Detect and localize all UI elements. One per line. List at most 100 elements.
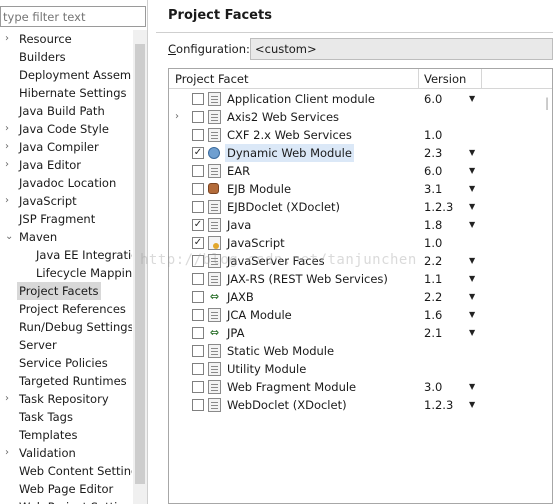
nav-item[interactable]: › Java Code Style bbox=[0, 120, 132, 138]
nav-item[interactable]: › Resource bbox=[0, 30, 132, 48]
version-dropdown-icon[interactable]: ▼ bbox=[469, 270, 475, 288]
facet-checkbox[interactable] bbox=[192, 399, 204, 411]
chevron-right-icon[interactable]: › bbox=[5, 30, 15, 48]
facet-checkbox[interactable] bbox=[192, 255, 204, 267]
facet-row[interactable]: EJBDoclet (XDoclet) 1.2.3 ▼ bbox=[169, 198, 552, 216]
nav-item[interactable]: Targeted Runtimes bbox=[0, 372, 132, 390]
chevron-right-icon[interactable]: › bbox=[5, 120, 15, 138]
version-dropdown-icon[interactable]: ▼ bbox=[469, 252, 475, 270]
facet-row[interactable]: CXF 2.x Web Services 1.0 bbox=[169, 126, 552, 144]
version-dropdown-icon[interactable]: ▼ bbox=[469, 198, 475, 216]
facet-checkbox[interactable] bbox=[192, 165, 204, 177]
facet-version[interactable]: 1.1 bbox=[424, 270, 442, 288]
nav-item[interactable]: ⌄ Maven bbox=[0, 228, 132, 246]
version-dropdown-icon[interactable]: ▼ bbox=[469, 396, 475, 414]
chevron-down-icon[interactable]: ⌄ bbox=[5, 228, 15, 246]
chevron-right-icon[interactable]: › bbox=[175, 108, 179, 126]
chevron-right-icon[interactable]: › bbox=[5, 192, 15, 210]
facet-checkbox[interactable]: ✓ bbox=[192, 219, 204, 231]
facet-row[interactable]: Web Fragment Module 3.0 ▼ bbox=[169, 378, 552, 396]
facet-checkbox[interactable]: ✓ bbox=[192, 147, 204, 159]
facet-row[interactable]: Utility Module bbox=[169, 360, 552, 378]
facet-version[interactable]: 1.8 bbox=[424, 216, 442, 234]
facet-checkbox[interactable] bbox=[192, 291, 204, 303]
nav-item[interactable]: Javadoc Location bbox=[0, 174, 132, 192]
nav-item[interactable]: Hibernate Settings bbox=[0, 84, 132, 102]
column-divider[interactable] bbox=[418, 69, 419, 89]
facet-row[interactable]: ✓ JavaScript 1.0 bbox=[169, 234, 552, 252]
nav-item[interactable]: › Validation bbox=[0, 444, 132, 462]
facet-version[interactable]: 3.1 bbox=[424, 180, 442, 198]
facet-checkbox[interactable] bbox=[192, 309, 204, 321]
facet-checkbox[interactable] bbox=[192, 111, 204, 123]
facet-checkbox[interactable]: ✓ bbox=[192, 237, 204, 249]
facet-row[interactable]: JCA Module 1.6 ▼ bbox=[169, 306, 552, 324]
nav-item[interactable]: Web Project Settings bbox=[0, 498, 132, 504]
nav-item[interactable]: › Java Compiler bbox=[0, 138, 132, 156]
facet-checkbox[interactable] bbox=[192, 363, 204, 375]
version-dropdown-icon[interactable]: ▼ bbox=[469, 306, 475, 324]
chevron-right-icon[interactable]: › bbox=[5, 444, 15, 462]
nav-item[interactable]: JSP Fragment bbox=[0, 210, 132, 228]
version-dropdown-icon[interactable]: ▼ bbox=[469, 180, 475, 198]
column-header-version[interactable]: Version bbox=[424, 72, 466, 86]
facet-version[interactable]: 1.2.3 bbox=[424, 396, 453, 414]
facet-row[interactable]: Static Web Module bbox=[169, 342, 552, 360]
chevron-right-icon[interactable]: › bbox=[5, 390, 15, 408]
nav-scrollbar[interactable] bbox=[133, 30, 147, 504]
facet-checkbox[interactable] bbox=[192, 327, 204, 339]
facet-row[interactable]: EAR 6.0 ▼ bbox=[169, 162, 552, 180]
column-header-facet[interactable]: Project Facet bbox=[175, 72, 249, 86]
nav-item[interactable]: Task Tags bbox=[0, 408, 132, 426]
facet-checkbox[interactable] bbox=[192, 273, 204, 285]
nav-item[interactable]: Java Build Path bbox=[0, 102, 132, 120]
version-dropdown-icon[interactable]: ▼ bbox=[469, 216, 475, 234]
facet-version[interactable]: 2.1 bbox=[424, 324, 442, 342]
version-dropdown-icon[interactable]: ▼ bbox=[469, 288, 475, 306]
nav-item[interactable]: › JavaScript bbox=[0, 192, 132, 210]
facet-row[interactable]: JAX-RS (REST Web Services) 1.1 ▼ bbox=[169, 270, 552, 288]
facet-checkbox[interactable] bbox=[192, 345, 204, 357]
facet-row[interactable]: ⇔ JPA 2.1 ▼ bbox=[169, 324, 552, 342]
facet-checkbox[interactable] bbox=[192, 129, 204, 141]
nav-item[interactable]: Server bbox=[0, 336, 132, 354]
facet-version[interactable]: 2.2 bbox=[424, 288, 442, 306]
facet-checkbox[interactable] bbox=[192, 381, 204, 393]
facet-row[interactable]: › Axis2 Web Services bbox=[169, 108, 552, 126]
facet-row[interactable]: WebDoclet (XDoclet) 1.2.3 ▼ bbox=[169, 396, 552, 414]
nav-item[interactable]: Lifecycle Mapping bbox=[0, 264, 132, 282]
version-dropdown-icon[interactable]: ▼ bbox=[469, 90, 475, 108]
facet-row[interactable]: EJB Module 3.1 ▼ bbox=[169, 180, 552, 198]
facet-version[interactable]: 2.2 bbox=[424, 252, 442, 270]
version-dropdown-icon[interactable]: ▼ bbox=[469, 162, 475, 180]
version-dropdown-icon[interactable]: ▼ bbox=[469, 324, 475, 342]
facet-version[interactable]: 2.3 bbox=[424, 144, 442, 162]
facet-version[interactable]: 6.0 bbox=[424, 162, 442, 180]
facet-row[interactable]: ⇔ JAXB 2.2 ▼ bbox=[169, 288, 552, 306]
configuration-combo[interactable]: <custom> bbox=[250, 38, 553, 60]
facet-version[interactable]: 1.2.3 bbox=[424, 198, 453, 216]
facet-row[interactable]: JavaServer Faces 2.2 ▼ bbox=[169, 252, 552, 270]
facet-row[interactable]: Application Client module 6.0 ▼ bbox=[169, 90, 552, 108]
facet-checkbox[interactable] bbox=[192, 201, 204, 213]
nav-scrollbar-thumb[interactable] bbox=[135, 44, 145, 484]
facet-checkbox[interactable] bbox=[192, 93, 204, 105]
chevron-right-icon[interactable]: › bbox=[5, 156, 15, 174]
facet-version[interactable]: 6.0 bbox=[424, 90, 442, 108]
version-dropdown-icon[interactable]: ▼ bbox=[469, 378, 475, 396]
facet-row[interactable]: ✓ Dynamic Web Module 2.3 ▼ bbox=[169, 144, 552, 162]
nav-item[interactable]: › Task Repository bbox=[0, 390, 132, 408]
nav-item[interactable]: Project References bbox=[0, 300, 132, 318]
nav-item[interactable]: Project Facets bbox=[0, 282, 132, 300]
nav-item[interactable]: Run/Debug Settings bbox=[0, 318, 132, 336]
nav-item[interactable]: Web Content Settings bbox=[0, 462, 132, 480]
facet-row[interactable]: ✓ Java 1.8 ▼ bbox=[169, 216, 552, 234]
filter-input[interactable] bbox=[0, 6, 146, 27]
nav-item[interactable]: Web Page Editor bbox=[0, 480, 132, 498]
facet-version[interactable]: 3.0 bbox=[424, 378, 442, 396]
nav-item[interactable]: › Java Editor bbox=[0, 156, 132, 174]
nav-item[interactable]: Deployment Assembly bbox=[0, 66, 132, 84]
version-dropdown-icon[interactable]: ▼ bbox=[469, 144, 475, 162]
facet-version[interactable]: 1.6 bbox=[424, 306, 442, 324]
column-divider[interactable] bbox=[481, 69, 482, 89]
